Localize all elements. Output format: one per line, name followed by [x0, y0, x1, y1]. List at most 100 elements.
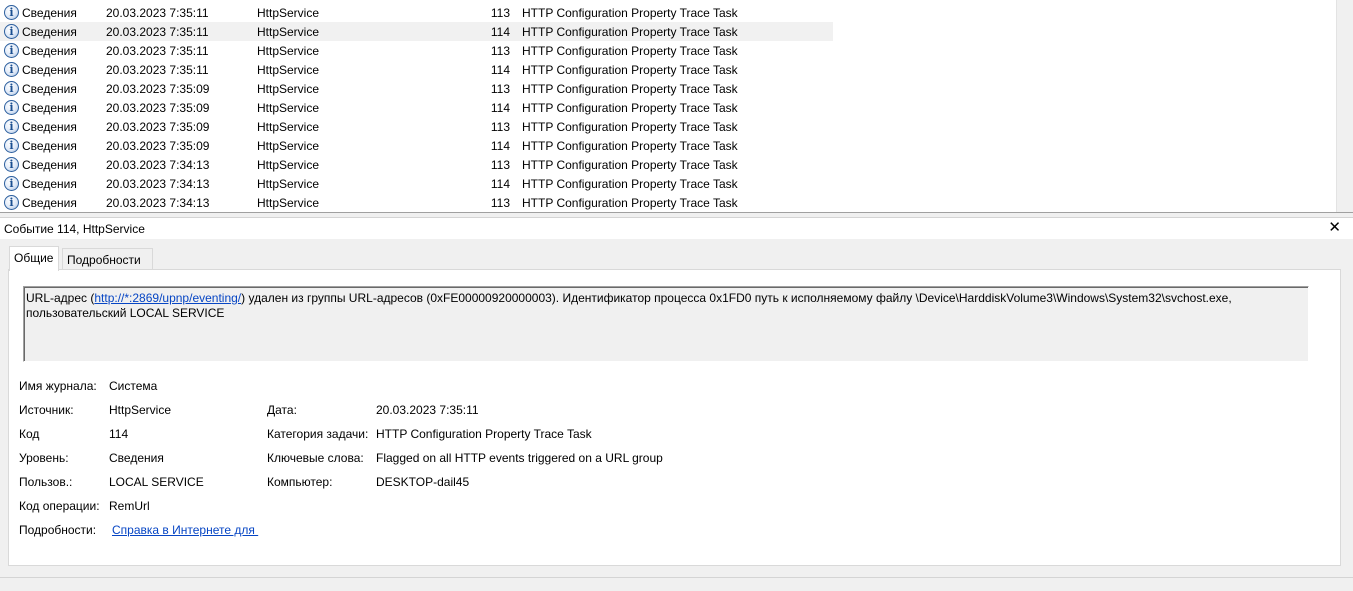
- keywords-value: Flagged on all HTTP events triggered on …: [376, 451, 663, 465]
- event-level: Сведения: [22, 177, 77, 191]
- event-date: 20.03.2023 7:35:09: [106, 120, 210, 134]
- event-source: HttpService: [257, 177, 320, 191]
- event-date: 20.03.2023 7:35:11: [106, 63, 209, 77]
- event-task-category: HTTP Configuration Property Trace Task: [522, 6, 738, 20]
- event-row[interactable]: i Сведения 20.03.2023 7:35:11 HttpService 11…: [0, 3, 833, 22]
- event-id: 113: [490, 44, 510, 58]
- event-source: HttpService: [257, 120, 320, 134]
- info-icon: i: [4, 157, 19, 172]
- info-icon: i: [4, 119, 19, 134]
- event-id: 114: [490, 177, 510, 191]
- event-task-category: HTTP Configuration Property Trace Task: [522, 139, 738, 153]
- event-row[interactable]: i Сведения 20.03.2023 7:35:09 HttpService 11…: [0, 98, 833, 117]
- close-icon[interactable]: ✕: [1328, 219, 1341, 237]
- event-date: 20.03.2023 7:34:13: [106, 177, 210, 191]
- event-source: HttpService: [257, 6, 320, 20]
- event-row[interactable]: i Сведения 20.03.2023 7:35:09 HttpService 11…: [0, 79, 833, 98]
- tab-general[interactable]: Общие: [9, 246, 59, 271]
- event-level: Сведения: [22, 6, 77, 20]
- event-date: 20.03.2023 7:34:13: [106, 158, 210, 172]
- general-panel: URL-адрес (http://*:2869/upnp/eventing/)…: [8, 269, 1341, 566]
- event-message-box[interactable]: URL-адрес (http://*:2869/upnp/eventing/)…: [23, 286, 1309, 362]
- log-name-label: Имя журнала:: [19, 379, 97, 393]
- event-detail-header: Событие 114, HttpService ✕: [0, 218, 1353, 239]
- event-date: 20.03.2023 7:35:11: [106, 6, 209, 20]
- event-id: 113: [490, 120, 510, 134]
- tab-details[interactable]: Подробности: [62, 248, 153, 270]
- info-icon: i: [4, 195, 19, 210]
- event-row[interactable]: i Сведения 20.03.2023 7:35:09 HttpService 11…: [0, 136, 833, 155]
- vertical-scrollbar[interactable]: [1336, 0, 1353, 212]
- code-value: 114: [109, 427, 129, 441]
- event-source: HttpService: [257, 82, 320, 96]
- event-task-category: HTTP Configuration Property Trace Task: [522, 82, 738, 96]
- event-id: 114: [490, 25, 510, 39]
- more-info-link[interactable]: Справка в Интернете для: [112, 523, 258, 537]
- event-row[interactable]: i Сведения 20.03.2023 7:34:13 HttpService 11…: [0, 155, 833, 174]
- event-level: Сведения: [22, 82, 77, 96]
- source-label: Источник:: [19, 403, 74, 417]
- event-date: 20.03.2023 7:35:11: [106, 44, 209, 58]
- event-date: 20.03.2023 7:35:09: [106, 139, 210, 153]
- event-task-category: HTTP Configuration Property Trace Task: [522, 158, 738, 172]
- keywords-label: Ключевые слова:: [267, 451, 364, 465]
- message-url-link[interactable]: http://*:2869/upnp/eventing/: [94, 291, 241, 305]
- computer-value: DESKTOP-dail45: [376, 475, 470, 489]
- task-category-value: HTTP Configuration Property Trace Task: [376, 427, 592, 441]
- event-source: HttpService: [257, 196, 320, 210]
- event-row[interactable]: i Сведения 20.03.2023 7:34:13 HttpService 11…: [0, 193, 833, 212]
- event-row[interactable]: i Сведения 20.03.2023 7:35:09 HttpService 11…: [0, 117, 833, 136]
- event-row[interactable]: i Сведения 20.03.2023 7:35:11 HttpService 11…: [0, 22, 833, 41]
- event-task-category: HTTP Configuration Property Trace Task: [522, 25, 738, 39]
- event-id: 113: [490, 82, 510, 96]
- event-level: Сведения: [22, 44, 77, 58]
- info-icon: i: [4, 62, 19, 77]
- info-icon: i: [4, 5, 19, 20]
- event-task-category: HTTP Configuration Property Trace Task: [522, 101, 738, 115]
- event-date: 20.03.2023 7:35:11: [106, 25, 209, 39]
- event-id: 114: [490, 139, 510, 153]
- event-list: i Сведения 20.03.2023 7:35:11 HttpService 11…: [0, 0, 1353, 212]
- opcode-value: RemUrl: [109, 499, 150, 513]
- event-level: Сведения: [22, 63, 77, 77]
- user-value: LOCAL SERVICE: [109, 475, 204, 489]
- level-label: Уровень:: [19, 451, 69, 465]
- event-level: Сведения: [22, 158, 77, 172]
- date-value: 20.03.2023 7:35:11: [376, 403, 479, 417]
- event-date: 20.03.2023 7:35:09: [106, 101, 210, 115]
- source-value: HttpService: [109, 403, 172, 417]
- info-icon: i: [4, 138, 19, 153]
- event-level: Сведения: [22, 139, 77, 153]
- event-source: HttpService: [257, 63, 320, 77]
- event-id: 113: [490, 158, 510, 172]
- event-source: HttpService: [257, 25, 320, 39]
- event-source: HttpService: [257, 139, 320, 153]
- event-date: 20.03.2023 7:35:09: [106, 82, 210, 96]
- opcode-label: Код операции:: [19, 499, 100, 513]
- message-suffix: ) удален из группы URL-адресов (0xFE0000…: [241, 291, 1232, 305]
- info-icon: i: [4, 100, 19, 115]
- event-id: 114: [490, 63, 510, 77]
- event-task-category: HTTP Configuration Property Trace Task: [522, 44, 738, 58]
- log-name-value: Система: [109, 379, 158, 393]
- info-icon: i: [4, 43, 19, 58]
- computer-label: Компьютер:: [267, 475, 333, 489]
- more-info-label: Подробности:: [19, 523, 97, 537]
- event-task-category: HTTP Configuration Property Trace Task: [522, 196, 738, 210]
- event-row[interactable]: i Сведения 20.03.2023 7:34:13 HttpService 11…: [0, 174, 833, 193]
- event-task-category: HTTP Configuration Property Trace Task: [522, 120, 738, 134]
- code-label: Код: [19, 427, 40, 441]
- event-source: HttpService: [257, 158, 320, 172]
- event-date: 20.03.2023 7:34:13: [106, 196, 210, 210]
- info-icon: i: [4, 176, 19, 191]
- event-source: HttpService: [257, 101, 320, 115]
- event-row[interactable]: i Сведения 20.03.2023 7:35:11 HttpService 11…: [0, 60, 833, 79]
- message-line-2: пользовательский LOCAL SERVICE: [26, 306, 225, 320]
- date-label: Дата:: [267, 403, 297, 417]
- event-level: Сведения: [22, 25, 77, 39]
- user-label: Пользов.:: [19, 475, 73, 489]
- message-prefix: URL-адрес (: [26, 291, 95, 305]
- task-category-label: Категория задачи:: [267, 427, 369, 441]
- event-row[interactable]: i Сведения 20.03.2023 7:35:11 HttpService 11…: [0, 41, 833, 60]
- event-task-category: HTTP Configuration Property Trace Task: [522, 63, 738, 77]
